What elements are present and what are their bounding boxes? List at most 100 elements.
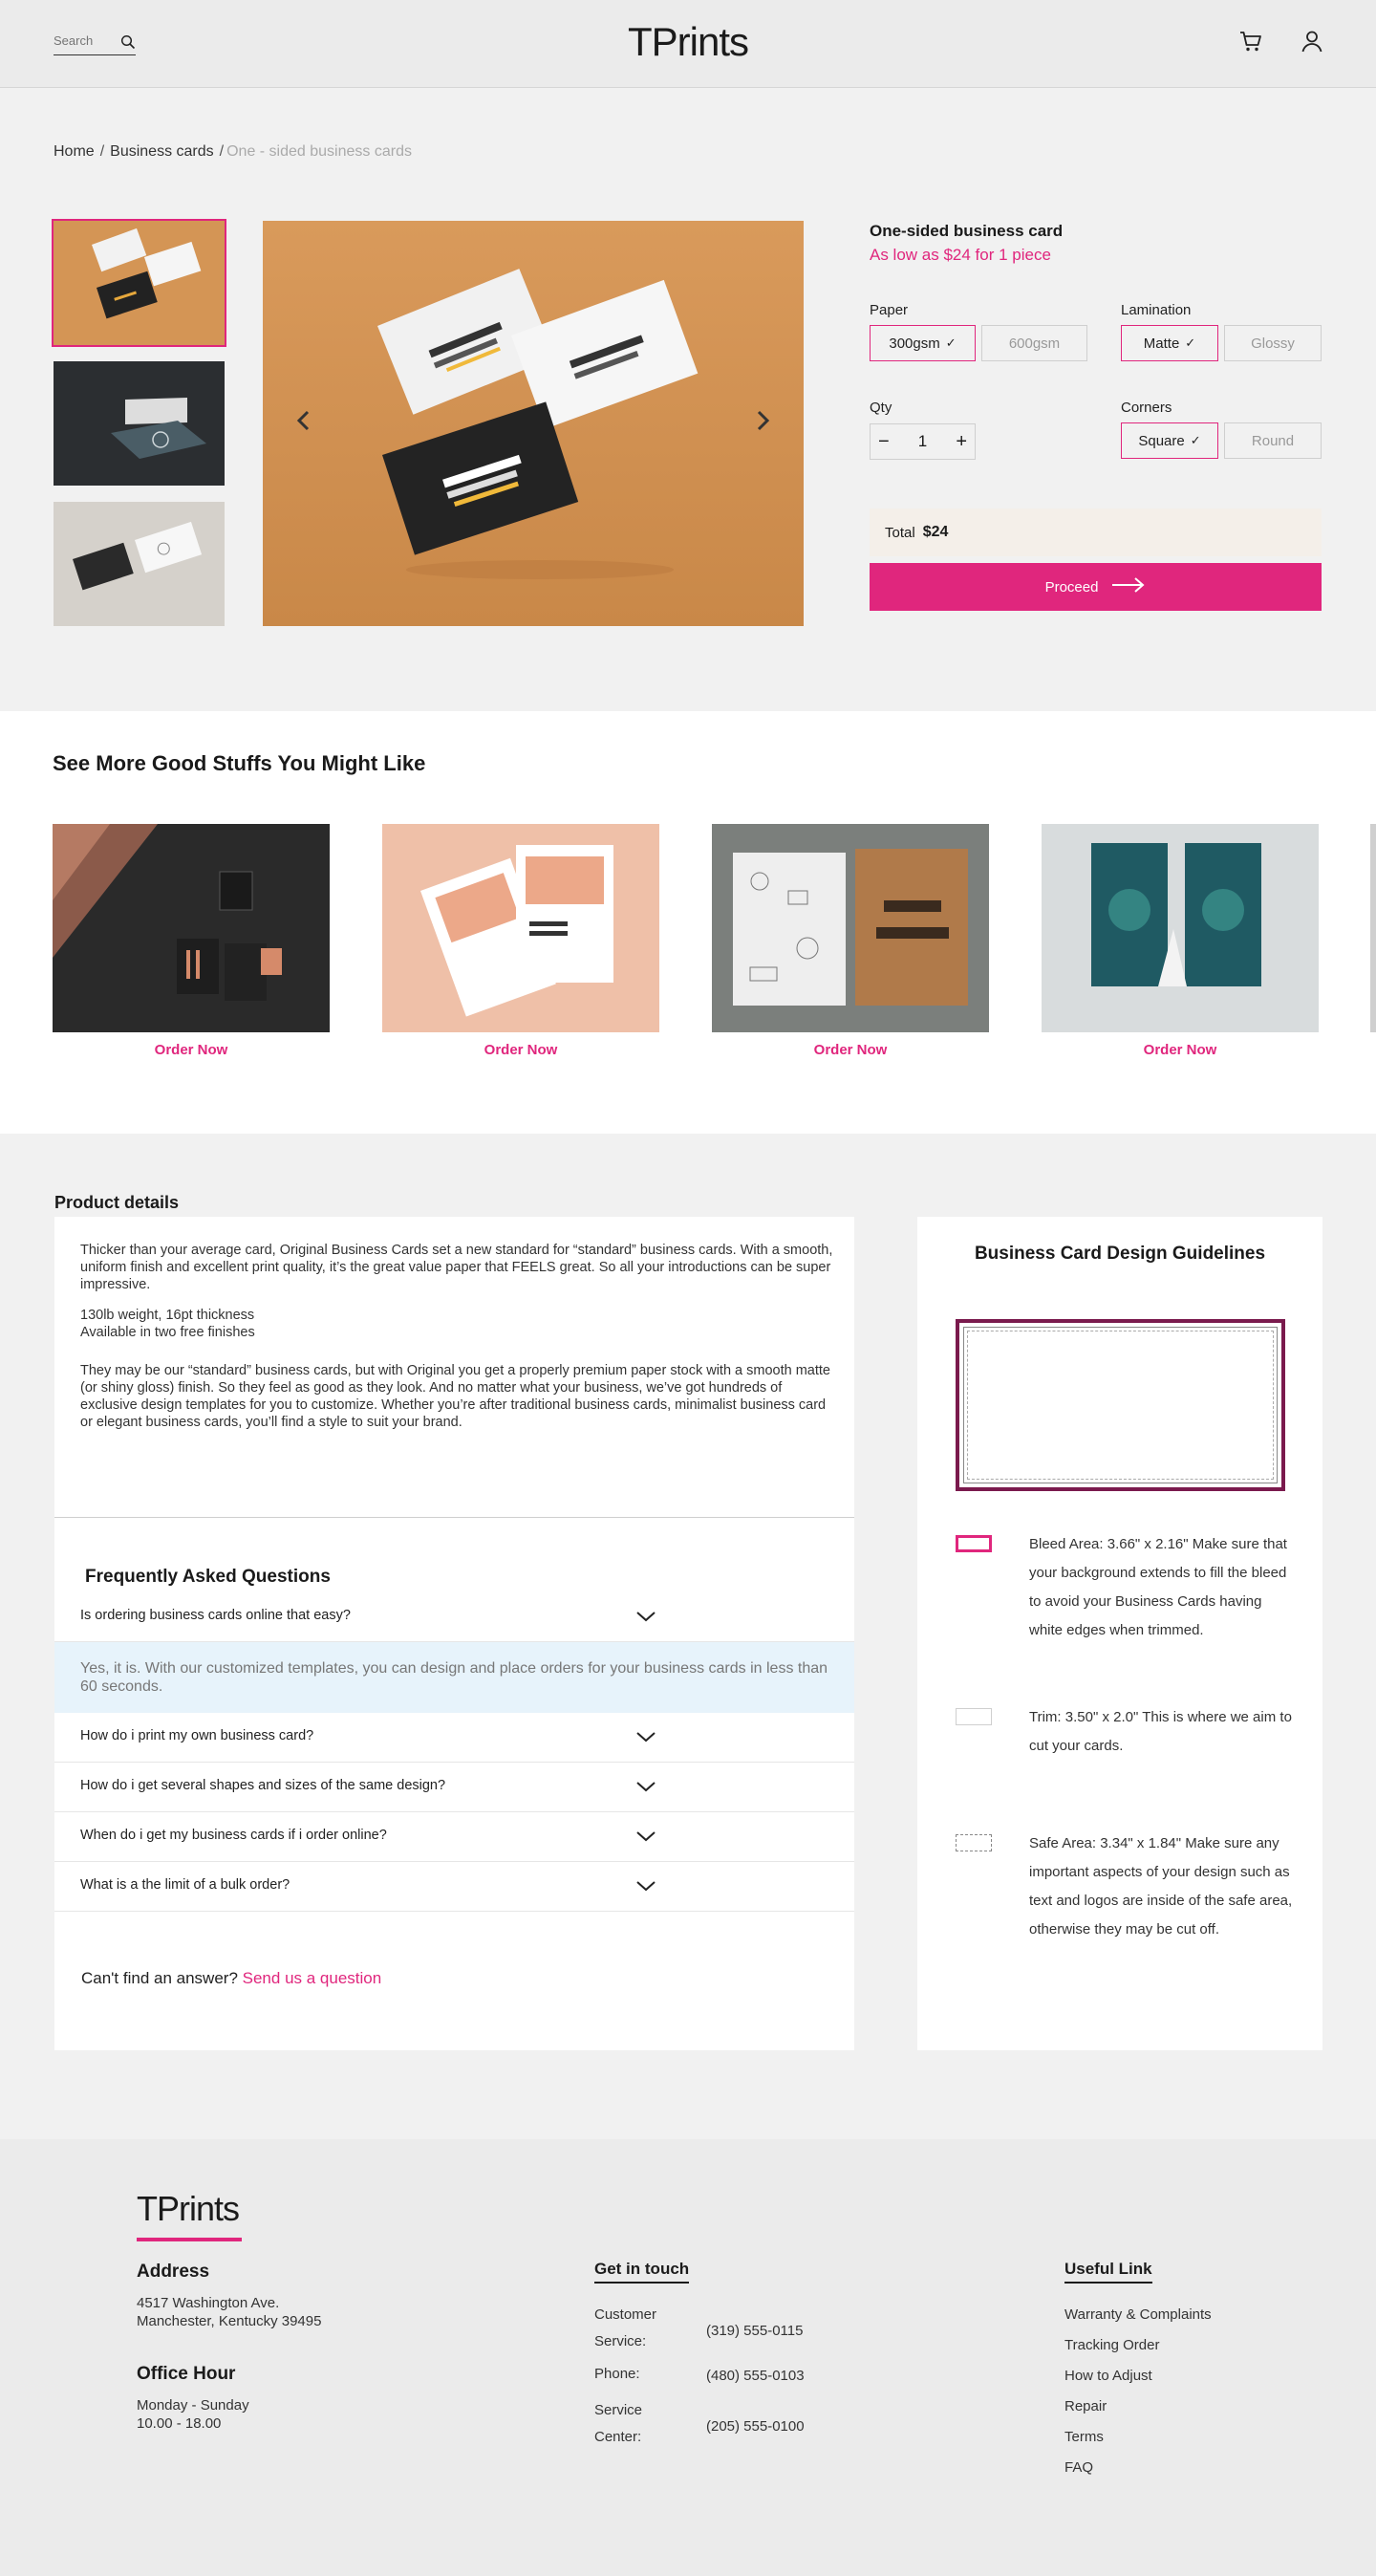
footer-logo[interactable]: TPrints	[137, 2189, 240, 2229]
product-section: Home / Business cards / One - sided business…	[0, 88, 1376, 711]
contact-phone[interactable]: (480) 555-0103	[706, 2368, 805, 2384]
proceed-button[interactable]: Proceed	[870, 563, 1322, 611]
breadcrumb-current: One - sided business cards	[226, 143, 412, 160]
chevron-down-icon[interactable]	[635, 1829, 656, 1848]
thumbnail-1[interactable]	[52, 219, 226, 347]
recommendation-image[interactable]	[712, 824, 989, 1032]
user-icon[interactable]	[1300, 29, 1324, 58]
thumbnail-3[interactable]	[54, 502, 225, 626]
contact-label: Service Center:	[594, 2397, 699, 2451]
product-description: Thicker than your average card, Original…	[80, 1242, 835, 1444]
recommendation-card[interactable]: Order Now	[53, 824, 330, 1058]
order-now-link[interactable]: Order Now	[712, 1042, 989, 1058]
lamination-option-matte[interactable]: Matte ✓	[1121, 325, 1218, 361]
total-bar: Total $24	[870, 509, 1322, 556]
recommendation-image[interactable]	[382, 824, 659, 1032]
recommendation-card[interactable]: Order Now	[712, 824, 989, 1058]
paper-option-300gsm[interactable]: 300gsm ✓	[870, 325, 976, 361]
chevron-down-icon[interactable]	[635, 1780, 656, 1798]
cant-find-answer: Can't find an answer? Send us a question	[81, 1969, 381, 1988]
site-footer: TPrints Address 4517 Washington Ave. Man…	[0, 2139, 1376, 2576]
faq-title: Frequently Asked Questions	[85, 1567, 331, 1587]
paper-option-600gsm[interactable]: 600gsm	[981, 325, 1087, 361]
site-logo[interactable]: TPrints	[0, 19, 1376, 65]
office-hour-title: Office Hour	[137, 2364, 236, 2384]
safe-area	[967, 1331, 1274, 1480]
scroll-edge-card	[1370, 824, 1376, 1032]
description-paragraph: Thicker than your average card, Original…	[80, 1243, 833, 1292]
qty-value[interactable]: 1	[918, 432, 927, 451]
faq-question[interactable]: When do i get my business cards if i ord…	[54, 1812, 854, 1862]
check-icon: ✓	[1190, 433, 1201, 447]
breadcrumb-separator: /	[99, 143, 105, 160]
chevron-down-icon[interactable]	[635, 1730, 656, 1748]
order-now-link[interactable]: Order Now	[53, 1042, 330, 1058]
recommendation-card[interactable]: Order Now	[382, 824, 659, 1058]
breadcrumb-home[interactable]: Home	[54, 143, 95, 160]
footer-link-how-to-adjust[interactable]: How to Adjust	[1064, 2368, 1152, 2384]
qty-increment-button[interactable]: +	[956, 431, 967, 453]
quantity-stepper: − 1 +	[870, 423, 976, 460]
breadcrumb-business-cards[interactable]: Business cards	[110, 143, 214, 160]
guideline-card-diagram	[956, 1319, 1285, 1491]
divider	[54, 1517, 854, 1518]
faq-question-text: What is a the limit of a bulk order?	[80, 1877, 290, 1893]
footer-link-tracking[interactable]: Tracking Order	[1064, 2337, 1159, 2353]
qty-decrement-button[interactable]: −	[878, 431, 890, 453]
design-guidelines-panel: Business Card Design Guidelines Bleed Ar…	[917, 1217, 1322, 2050]
guidelines-title: Business Card Design Guidelines	[974, 1244, 1266, 1264]
guideline-text: Bleed Area: 3.66" x 2.16" Make sure that…	[1029, 1536, 1287, 1638]
contact-label-line: Phone:	[594, 2366, 640, 2382]
contact-phone[interactable]: (205) 555-0100	[706, 2418, 805, 2435]
faq-question[interactable]: What is a the limit of a bulk order?	[54, 1862, 854, 1912]
address-title: Address	[137, 2262, 210, 2282]
footer-link-repair[interactable]: Repair	[1064, 2398, 1107, 2414]
lamination-label: Lamination	[1121, 302, 1192, 318]
lamination-option-glossy[interactable]: Glossy	[1224, 325, 1322, 361]
corners-option-round[interactable]: Round	[1224, 422, 1322, 459]
product-details-panel: Thicker than your average card, Original…	[54, 1217, 854, 2050]
recommendation-card[interactable]: Order Now	[1042, 824, 1319, 1058]
footer-link-faq[interactable]: FAQ	[1064, 2459, 1093, 2476]
corners-label: Corners	[1121, 400, 1172, 416]
breadcrumb-separator: /	[219, 143, 225, 160]
footer-link-terms[interactable]: Terms	[1064, 2429, 1104, 2445]
faq-question-text: When do i get my business cards if i ord…	[80, 1828, 387, 1843]
faq-answer: Yes, it is. With our customized template…	[54, 1642, 854, 1713]
send-question-link[interactable]: Send us a question	[243, 1969, 382, 1987]
corners-option-label: Round	[1251, 432, 1295, 449]
corners-option-square[interactable]: Square ✓	[1121, 422, 1218, 459]
spec-line: Available in two free finishes	[80, 1325, 255, 1340]
order-now-link[interactable]: Order Now	[382, 1042, 659, 1058]
faq-question[interactable]: How do i print my own business card?	[54, 1713, 854, 1763]
proceed-label: Proceed	[1044, 578, 1099, 595]
faq-question-text: Is ordering business cards online that e…	[80, 1608, 351, 1623]
faq-question[interactable]: How do i get several shapes and sizes of…	[54, 1763, 854, 1812]
product-details-title: Product details	[54, 1193, 180, 1212]
thumbnail-2[interactable]	[54, 361, 225, 486]
contact-label-line: Center:	[594, 2429, 642, 2445]
cart-icon[interactable]	[1238, 29, 1263, 58]
chevron-down-icon[interactable]	[635, 1879, 656, 1897]
trim-swatch-icon	[956, 1708, 992, 1725]
address-text: 4517 Washington Ave. Manchester, Kentuck…	[137, 2294, 321, 2330]
recommendations-title: See More Good Stuffs You Might Like	[53, 751, 426, 775]
contact-label: Phone:	[594, 2361, 699, 2388]
arrow-right-icon	[1111, 577, 1146, 596]
description-specs: 130lb weight, 16pt thickness Available in…	[80, 1307, 835, 1341]
faq-question-text: How do i get several shapes and sizes of…	[80, 1778, 446, 1793]
order-now-link[interactable]: Order Now	[1042, 1042, 1319, 1058]
lamination-option-label: Glossy	[1251, 335, 1295, 352]
paper-label: Paper	[870, 302, 909, 318]
office-hour-line: Monday - Sunday	[137, 2397, 249, 2414]
details-section: Product details Thicker than your averag…	[0, 1134, 1376, 2139]
recommendation-image[interactable]	[1042, 824, 1319, 1032]
product-price-line: As low as $24 for 1 piece	[870, 246, 1051, 264]
footer-link-warranty[interactable]: Warranty & Complaints	[1064, 2306, 1212, 2323]
previous-image-arrow-icon[interactable]	[290, 406, 318, 435]
faq-question[interactable]: Is ordering business cards online that e…	[54, 1592, 854, 1642]
next-image-arrow-icon[interactable]	[748, 406, 777, 435]
recommendation-image[interactable]	[53, 824, 330, 1032]
contact-phone[interactable]: (319) 555-0115	[706, 2323, 803, 2339]
chevron-down-icon[interactable]	[635, 1610, 656, 1628]
